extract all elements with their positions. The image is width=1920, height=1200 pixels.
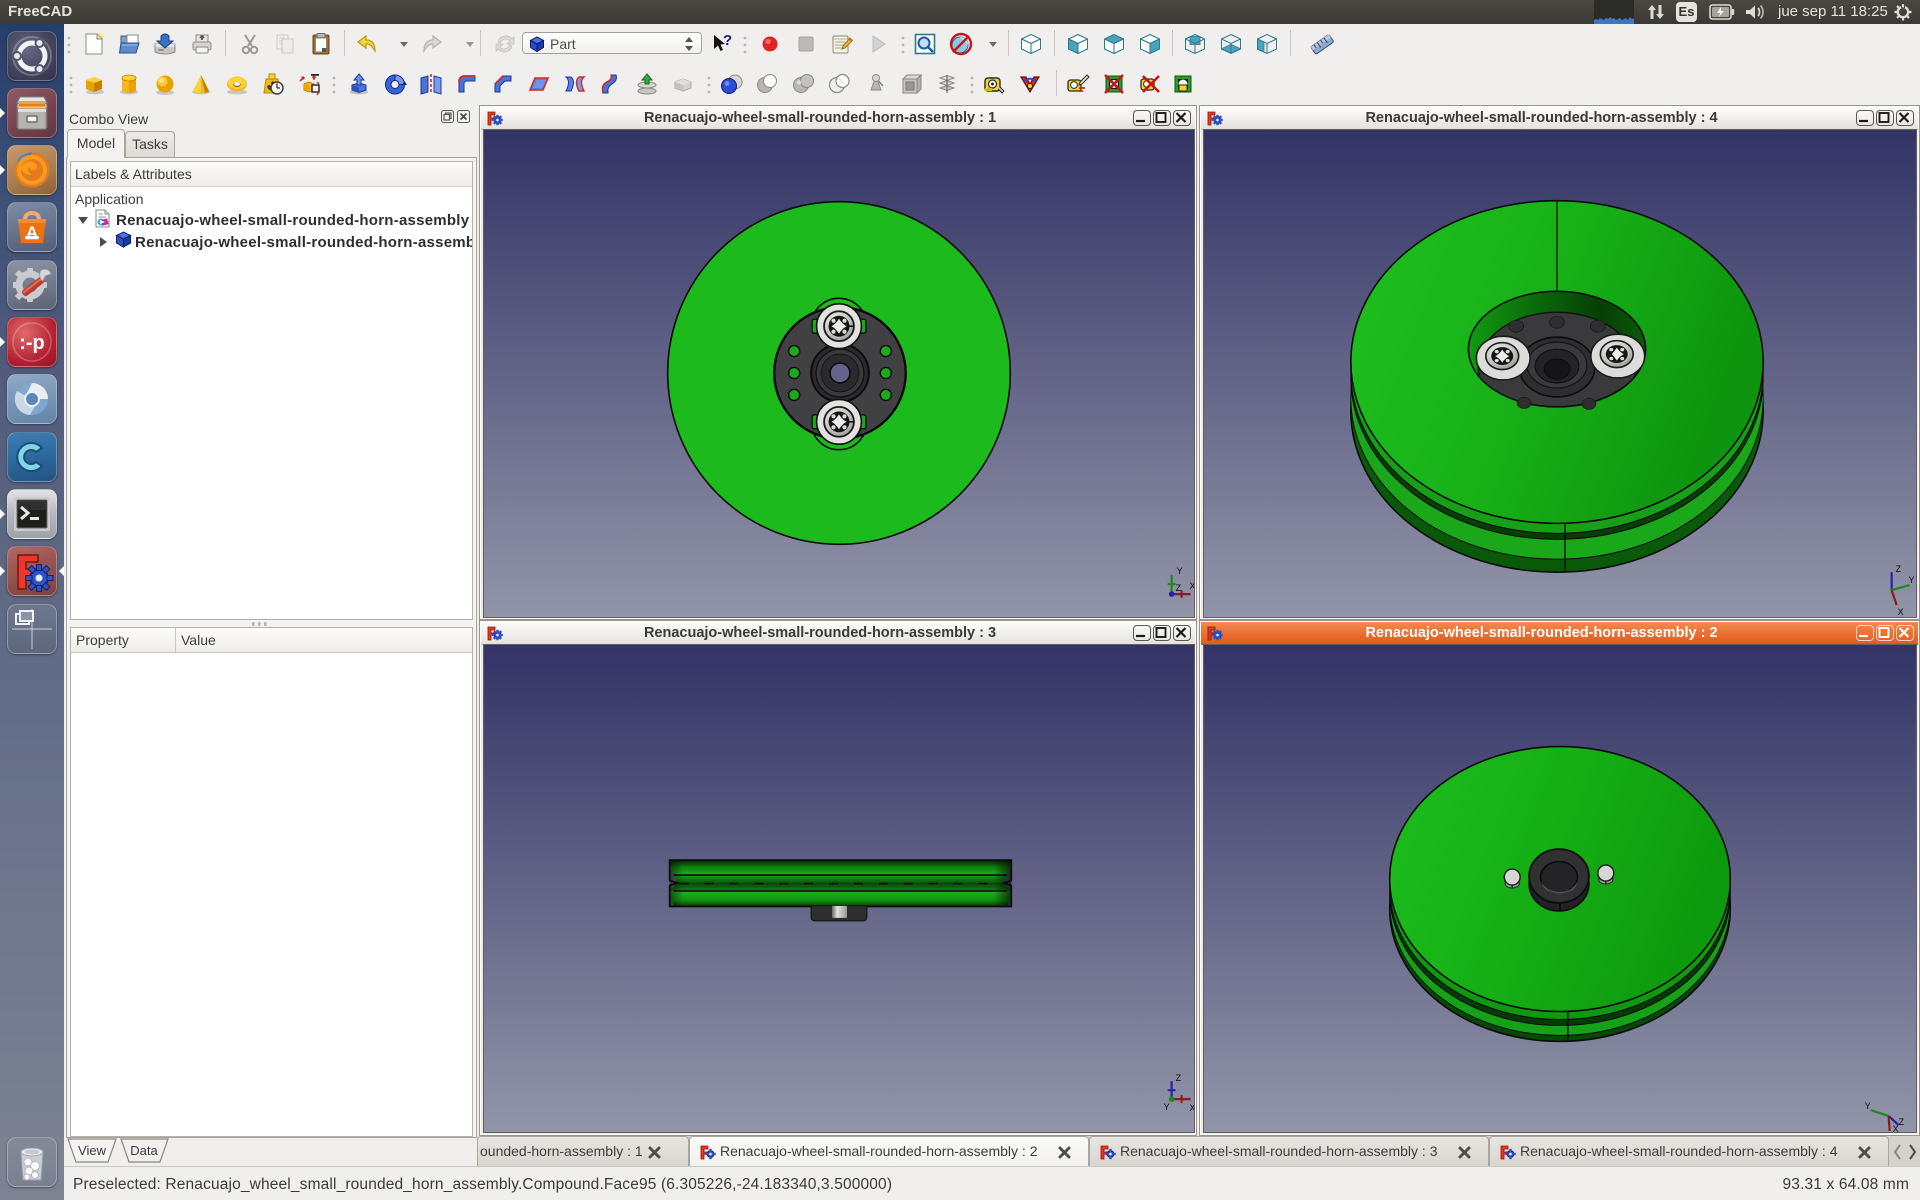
svg-text:Y: Y bbox=[1164, 1102, 1170, 1112]
svg-text:Y: Y bbox=[1865, 1101, 1871, 1111]
svg-text:X: X bbox=[1190, 581, 1195, 591]
svg-text:X: X bbox=[1893, 1124, 1899, 1133]
svg-text:Z: Z bbox=[1176, 1073, 1182, 1083]
svg-text:?: ? bbox=[723, 32, 732, 49]
svg-text:View: View bbox=[78, 1143, 107, 1158]
svg-text:Z: Z bbox=[1899, 1117, 1905, 1127]
svg-text:Y: Y bbox=[1909, 575, 1915, 585]
svg-text:Z: Z bbox=[1176, 583, 1182, 593]
svg-text:Data: Data bbox=[130, 1143, 158, 1158]
svg-text:Y: Y bbox=[1177, 566, 1183, 576]
svg-text:X: X bbox=[1898, 607, 1904, 617]
svg-text:X: X bbox=[1190, 1103, 1195, 1113]
svg-text:Z: Z bbox=[1896, 564, 1902, 574]
svg-text::-p: :-p bbox=[19, 332, 45, 354]
